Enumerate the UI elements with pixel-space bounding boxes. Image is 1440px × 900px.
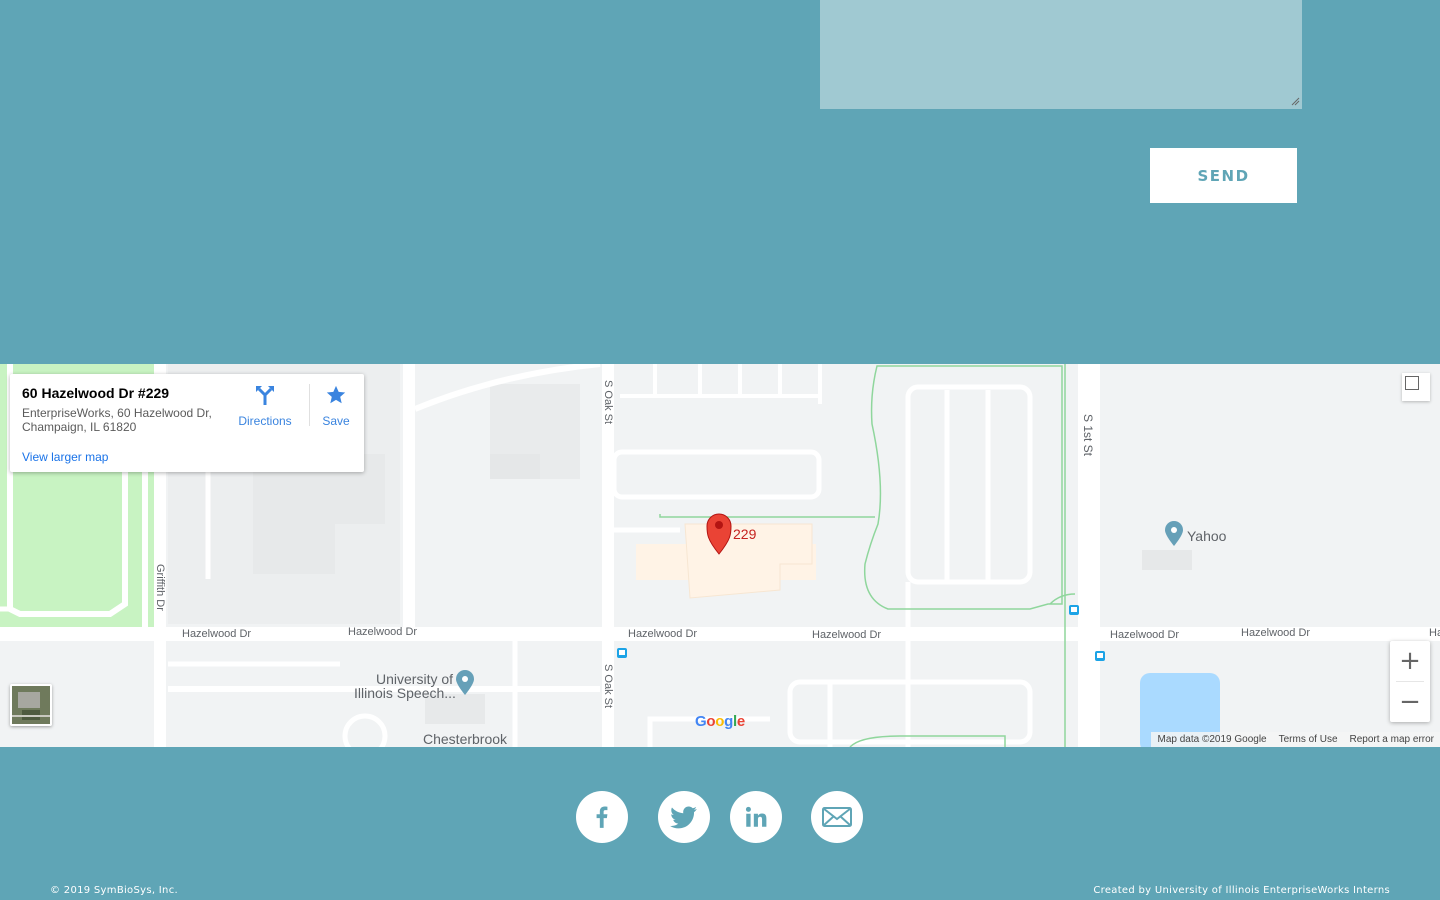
view-larger-map-link[interactable]: View larger map — [22, 450, 108, 464]
street-label-hazelwood-dr: Hazelwood Dr — [348, 626, 418, 638]
email-link[interactable] — [811, 791, 863, 843]
linkedin-link[interactable] — [730, 791, 782, 843]
save-label: Save — [322, 414, 350, 428]
email-icon — [822, 807, 852, 827]
map-attribution: Map data ©2019 Google Terms of Use Repor… — [1151, 732, 1440, 747]
credits-text: Created by University of Illinois Enterp… — [1093, 885, 1390, 896]
google-logo-letter: g — [724, 713, 733, 730]
checkbox-icon — [1405, 376, 1419, 390]
message-textarea[interactable] — [820, 0, 1302, 109]
terms-of-use-link[interactable]: Terms of Use — [1279, 734, 1338, 745]
send-button[interactable]: SEND — [1150, 148, 1297, 203]
poi-label-university-line1[interactable]: University of — [376, 672, 453, 686]
place-address: EnterpriseWorks, 60 Hazelwood Dr, Champa… — [22, 406, 212, 434]
facebook-link[interactable] — [576, 791, 628, 843]
transit-stop-icon — [1095, 651, 1105, 661]
street-label-hazelwood-dr: Hazelwood Dr — [1110, 629, 1180, 641]
street-label-s-oak-st-south: S Oak St — [602, 664, 614, 709]
street-label-s-1st-st: S 1st St — [1081, 414, 1095, 457]
linkedin-icon — [745, 806, 767, 827]
google-logo[interactable]: Google — [695, 713, 745, 730]
zoom-control: + − — [1390, 641, 1430, 722]
card-divider — [309, 384, 310, 426]
directions-button[interactable]: Directions — [232, 384, 298, 428]
save-button[interactable]: Save — [316, 384, 356, 428]
map-data-label: Map data ©2019 Google — [1157, 734, 1267, 745]
satellite-view-toggle[interactable] — [10, 684, 52, 726]
street-label-hazelwood-partial: Ha — [1429, 627, 1440, 639]
copyright-text: © 2019 SymBioSys, Inc. — [50, 885, 178, 896]
street-label-s-oak-st: S Oak St — [602, 380, 614, 425]
embedded-map[interactable]: S Oak St S Oak St S 1st St Griffith Dr H… — [0, 364, 1440, 747]
poi-label-chesterbrook: Chesterbrook — [423, 731, 508, 747]
footer: © 2019 SymBioSys, Inc. Created by Univer… — [0, 747, 1440, 900]
contact-section: SEND — [0, 0, 1440, 364]
map-control-box[interactable] — [1402, 373, 1430, 401]
directions-icon — [256, 386, 274, 405]
google-logo-letter: e — [736, 713, 745, 730]
star-icon — [326, 385, 346, 404]
street-label-hazelwood-dr: Hazelwood Dr — [812, 629, 882, 641]
street-label-hazelwood-dr: Hazelwood Dr — [182, 628, 252, 640]
street-label-hazelwood-dr: Hazelwood Dr — [1241, 627, 1311, 639]
report-map-error-link[interactable]: Report a map error — [1350, 734, 1434, 745]
satellite-thumbnail-icon — [12, 686, 50, 724]
transit-stop-icon — [1069, 605, 1079, 615]
zoom-in-button[interactable]: + — [1390, 641, 1430, 681]
street-label-griffith-dr: Griffith Dr — [154, 564, 166, 611]
place-name: 60 Hazelwood Dr #229 — [22, 385, 170, 401]
google-logo-letter: o — [706, 713, 716, 730]
resize-grip-icon[interactable] — [1290, 96, 1300, 106]
transit-stop-icon — [617, 648, 627, 658]
marker-label: 229 — [733, 526, 757, 542]
directions-label: Directions — [238, 414, 292, 428]
facebook-icon — [596, 806, 608, 828]
poi-label-yahoo[interactable]: Yahoo — [1187, 529, 1226, 543]
poi-label-university-line2[interactable]: Illinois Speech... — [354, 686, 456, 700]
twitter-link[interactable] — [658, 791, 710, 843]
street-label-hazelwood-dr: Hazelwood Dr — [628, 628, 698, 640]
place-info-card: 60 Hazelwood Dr #229 EnterpriseWorks, 60… — [10, 374, 364, 472]
twitter-icon — [670, 806, 697, 829]
zoom-out-button[interactable]: − — [1390, 682, 1430, 722]
google-logo-letter: o — [715, 713, 725, 730]
google-logo-letter: G — [695, 713, 707, 730]
